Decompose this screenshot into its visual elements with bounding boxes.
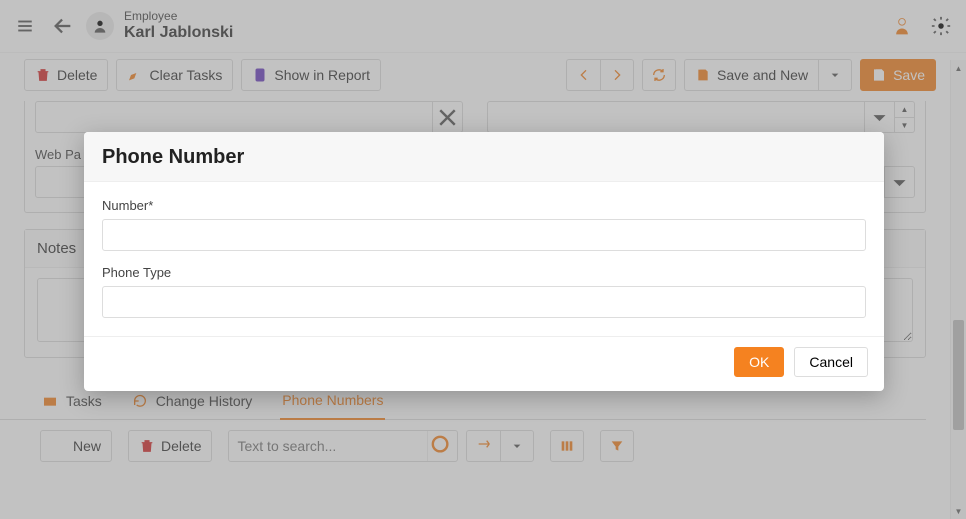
phone-type-label: Phone Type — [102, 265, 866, 280]
number-input[interactable] — [102, 219, 866, 251]
number-field: Number* — [102, 198, 866, 251]
cancel-button[interactable]: Cancel — [794, 347, 868, 377]
phone-number-modal: Phone Number Number* Phone Type OK Cance… — [84, 132, 884, 391]
cancel-label: Cancel — [809, 354, 853, 370]
phone-type-input[interactable] — [102, 286, 866, 318]
ok-label: OK — [749, 354, 769, 370]
modal-title: Phone Number — [84, 132, 884, 182]
ok-button[interactable]: OK — [734, 347, 784, 377]
phone-type-field: Phone Type — [102, 265, 866, 318]
number-label: Number* — [102, 198, 866, 213]
